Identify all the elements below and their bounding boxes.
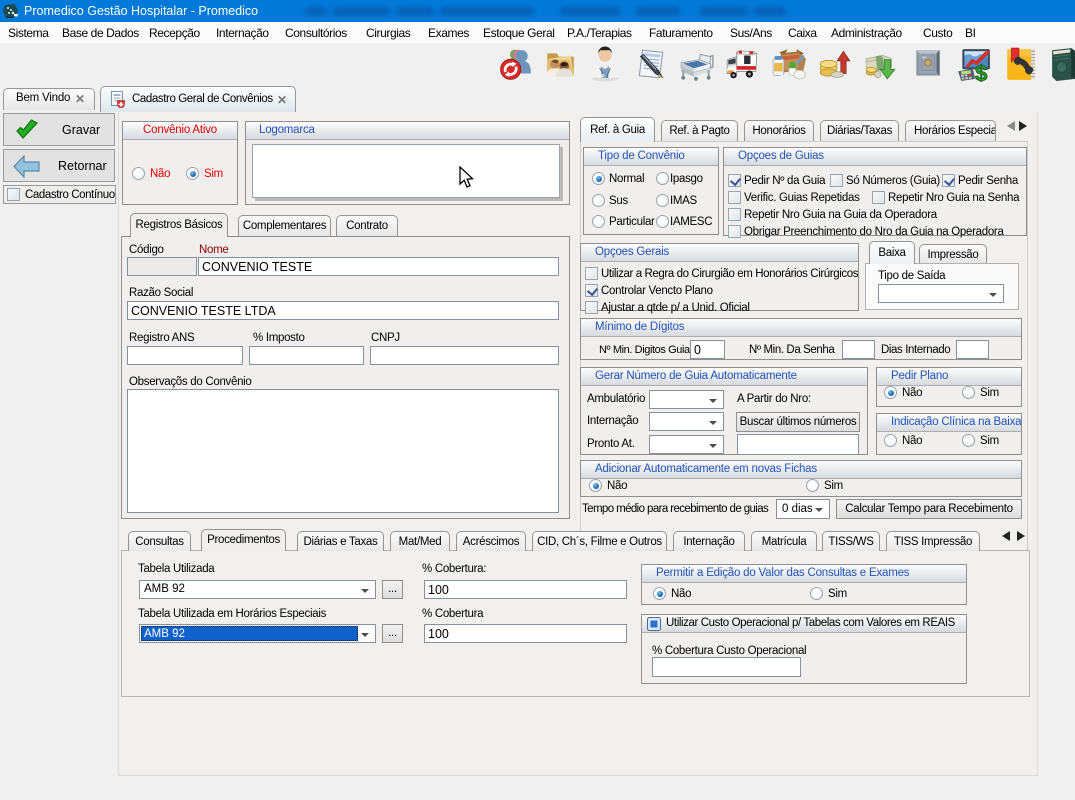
svg-text:$: $ <box>975 61 988 82</box>
